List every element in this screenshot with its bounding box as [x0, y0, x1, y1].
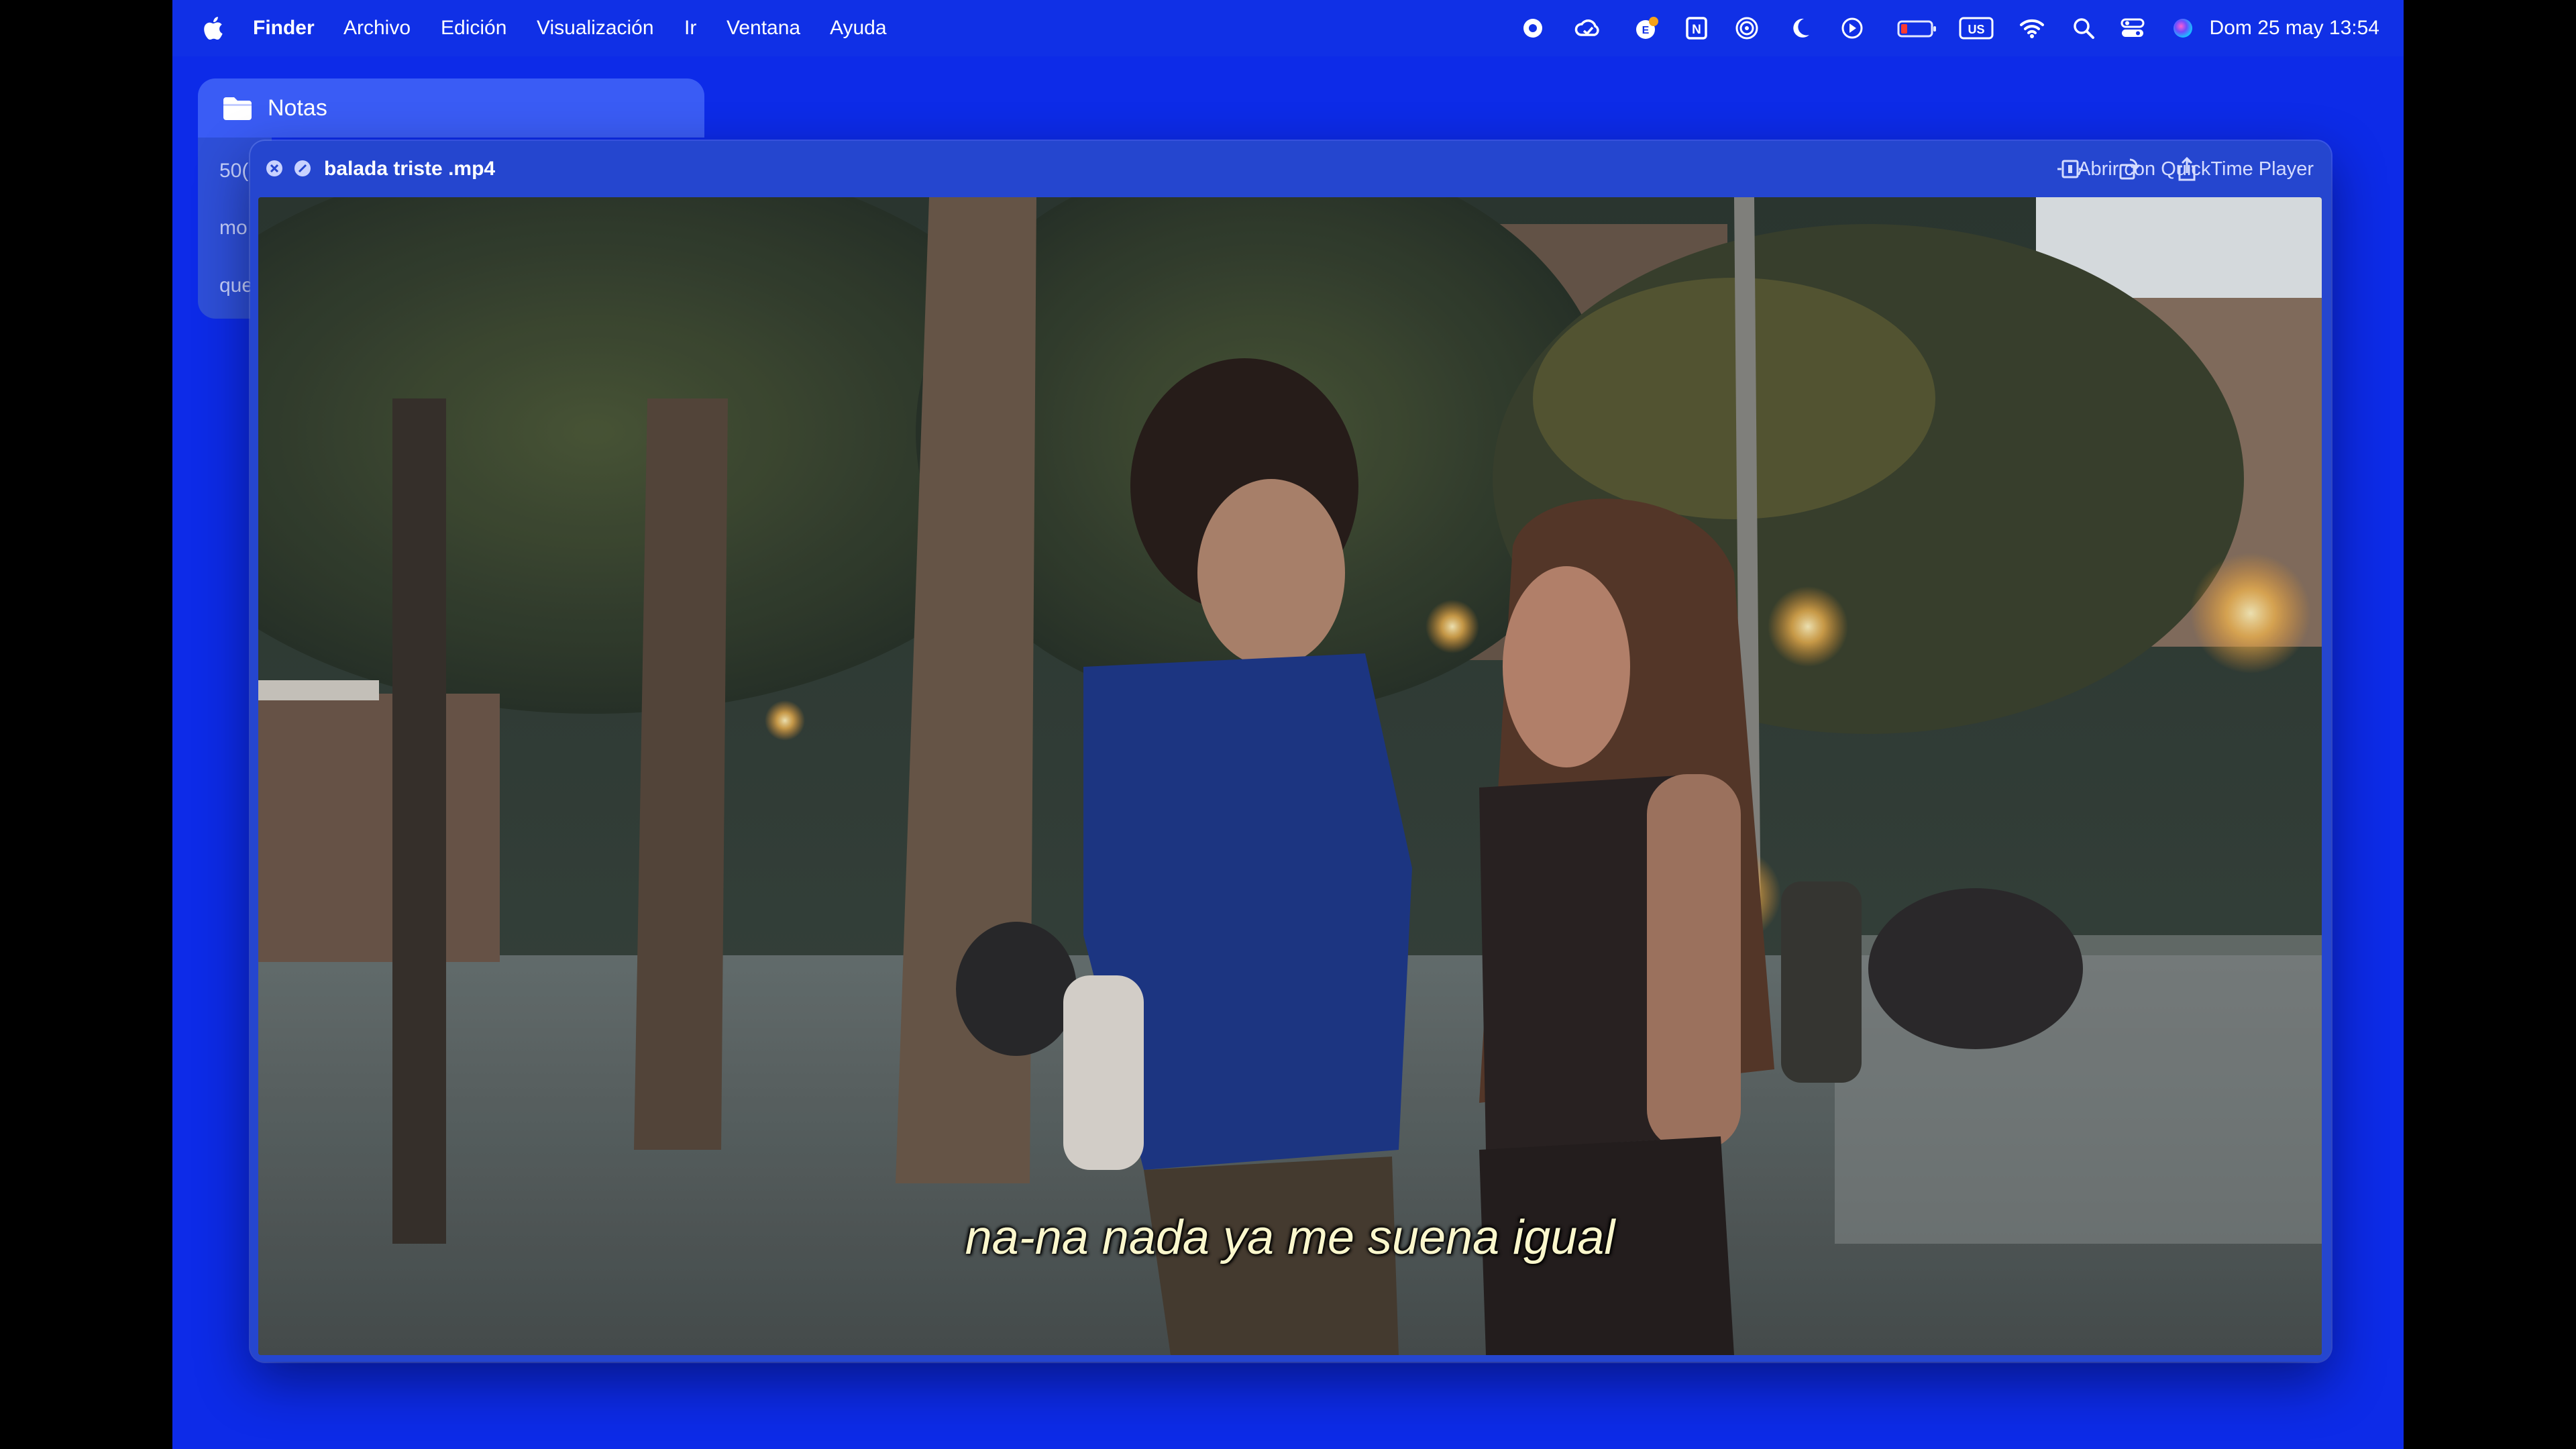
open-with-quicktime-button[interactable]: Abrir con QuickTime Player: [2078, 156, 2314, 182]
menu-archivo[interactable]: Archivo: [343, 15, 411, 42]
battery-icon[interactable]: [1896, 13, 1938, 43]
note-row[interactable]: mo: [219, 217, 248, 239]
cloud-icon[interactable]: [1573, 13, 1603, 43]
svg-text:E: E: [1642, 25, 1650, 36]
keyboard-layout-icon[interactable]: US: [1958, 13, 1994, 43]
menu-clock[interactable]: Dom 25 may 13:54: [2210, 15, 2379, 42]
fullscreen-button[interactable]: [292, 158, 313, 178]
note-row[interactable]: 50(: [219, 160, 248, 182]
note-row[interactable]: que: [219, 274, 253, 297]
play-icon[interactable]: [1837, 13, 1867, 43]
menu-bar: Finder Archivo Edición Visualización Ir …: [172, 0, 2404, 56]
menu-ventana[interactable]: Ventana: [727, 15, 800, 42]
video-frame: [258, 197, 2322, 1355]
menu-ayuda[interactable]: Ayuda: [830, 15, 887, 42]
record-icon[interactable]: [1518, 13, 1548, 43]
apple-logo-icon[interactable]: [199, 13, 229, 43]
notes-title: Notas: [268, 95, 327, 121]
svg-text:N: N: [1692, 23, 1701, 37]
siri-icon[interactable]: [2168, 13, 2198, 43]
notes-folder-tab[interactable]: Notas: [198, 78, 704, 138]
desktop: Finder Archivo Edición Visualización Ir …: [172, 0, 2404, 1449]
keyboard-layout-label: US: [1968, 23, 1984, 36]
menu-ir[interactable]: Ir: [684, 15, 696, 42]
quicklook-window: balada triste .mp4 Abrir con QuickTime P…: [250, 141, 2331, 1362]
notion-icon[interactable]: N: [1682, 13, 1711, 43]
menu-visualizacion[interactable]: Visualización: [537, 15, 654, 42]
quicklook-toolbar: balada triste .mp4 Abrir con QuickTime P…: [250, 141, 2331, 197]
badge-app-icon[interactable]: E: [1632, 13, 1662, 43]
control-center-icon[interactable]: [2118, 13, 2147, 43]
search-icon[interactable]: [2069, 13, 2098, 43]
moon-icon[interactable]: [1785, 13, 1815, 43]
menu-finder[interactable]: Finder: [253, 15, 315, 42]
video-subtitle: na-na nada ya me suena igual: [965, 1211, 1615, 1265]
menu-edicion[interactable]: Edición: [441, 15, 506, 42]
close-button[interactable]: [264, 158, 284, 178]
file-title: balada triste .mp4: [324, 158, 496, 180]
video-player[interactable]: na-na nada ya me suena igual: [258, 197, 2322, 1355]
airdrop-icon[interactable]: [1732, 13, 1762, 43]
folder-icon: [222, 96, 253, 121]
wifi-icon[interactable]: [2017, 13, 2047, 43]
